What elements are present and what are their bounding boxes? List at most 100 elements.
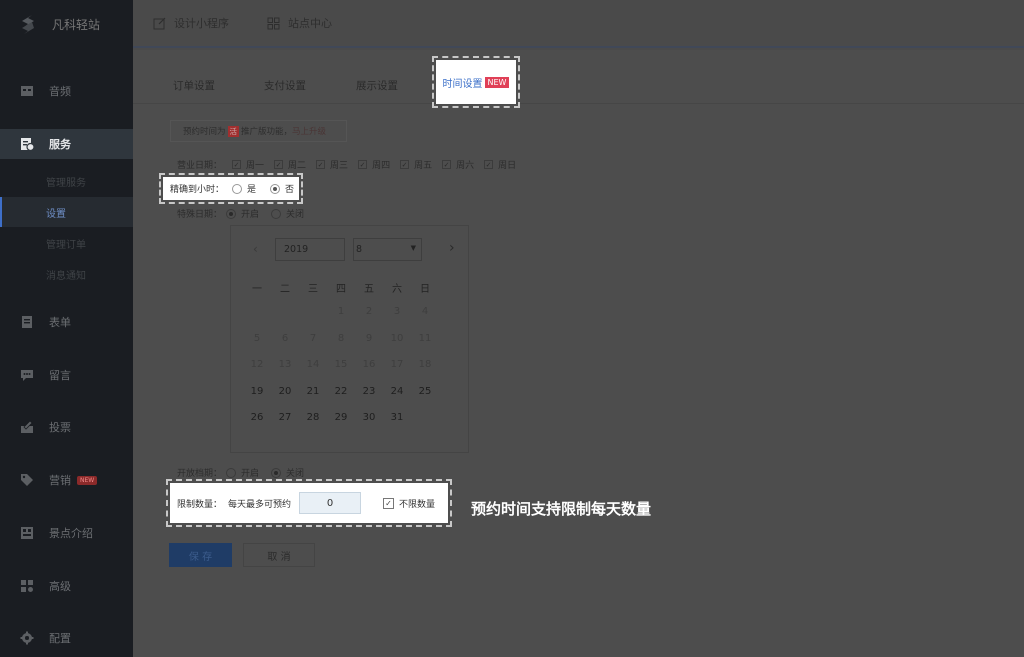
calendar-day[interactable]: 22 [327, 386, 355, 412]
special-date-on-radio[interactable] [226, 208, 237, 219]
tab-display-settings[interactable]: 展示设置 [356, 78, 398, 93]
day-checkbox[interactable]: ✓ [400, 160, 410, 169]
calendar-day[interactable]: 13 [271, 359, 299, 385]
brand[interactable]: 凡科轻站 [0, 0, 133, 48]
calendar-day[interactable]: 12 [243, 359, 271, 385]
special-date-label: 特殊日期： [177, 210, 223, 220]
special-date-off-radio[interactable] [271, 208, 282, 219]
calendar-day[interactable]: 4 [411, 306, 439, 332]
calendar-day[interactable]: 31 [383, 412, 411, 438]
release-period-on-radio[interactable] [226, 467, 237, 478]
sidebar-subitem-notifications[interactable]: 消息通知 [0, 259, 133, 289]
save-button[interactable]: 保 存 [169, 543, 232, 567]
sidebar-item-service[interactable]: 服务 [0, 129, 133, 159]
calendar-day[interactable]: 24 [383, 386, 411, 412]
calendar-day[interactable]: 28 [299, 412, 327, 438]
business-days-row: 营业日期： ✓ 周一 ✓ 周二 ✓ 周三 ✓ 周四 ✓ 周五 ✓ 周六 ✓ 周日 [177, 158, 516, 171]
sidebar-subitem-manage-service[interactable]: 管理服务 [0, 166, 133, 196]
calendar-day[interactable]: 18 [411, 359, 439, 385]
sidebar-subitem-manage-orders[interactable]: 管理订单 [0, 228, 133, 258]
calendar-day[interactable]: 30 [355, 412, 383, 438]
calendar-day[interactable]: 29 [327, 412, 355, 438]
edit-icon [153, 17, 166, 29]
year-input[interactable]: 2019 [275, 238, 345, 261]
cancel-button[interactable]: 取 消 [243, 543, 315, 567]
calendar-day[interactable]: 20 [271, 386, 299, 412]
sidebar-item-label: 营销 [49, 474, 71, 487]
calendar-day[interactable]: 21 [299, 386, 327, 412]
calendar-day[interactable]: 6 [271, 333, 299, 359]
month-value: 8 [356, 244, 363, 255]
calendar-day[interactable]: 9 [355, 333, 383, 359]
tab-time-settings[interactable]: 时间设置 NEW [432, 56, 520, 108]
day-checkbox[interactable]: ✓ [484, 160, 494, 169]
calendar-day[interactable]: 11 [411, 333, 439, 359]
design-miniprogram-link[interactable]: 设计小程序 [153, 15, 229, 31]
sidebar-subitem-label: 设置 [46, 208, 66, 220]
radio-label: 关闭 [286, 210, 305, 220]
app-window: 凡科轻站 音频 服务 管理服务 设置 管理订单 消息通知 表单 留言 投票 营销 [0, 0, 1024, 657]
per-day-label: 每天最多可预约 [228, 499, 292, 510]
limit-quantity-input[interactable]: 0 [299, 492, 362, 514]
settings-tabs: 订单设置 支付设置 展示设置 [133, 68, 1024, 104]
site-center-label: 站点中心 [288, 17, 332, 30]
weekday-header: 一 [252, 284, 262, 295]
prev-month-button[interactable]: ‹ [253, 242, 258, 256]
sidebar: 凡科轻站 音频 服务 管理服务 设置 管理订单 消息通知 表单 留言 投票 营销 [0, 0, 133, 657]
day-label: 周一 [246, 161, 265, 171]
calendar-day[interactable]: 27 [271, 412, 299, 438]
callout-text: 预约时间支持限制每天数量 [471, 500, 652, 518]
site-center-link[interactable]: 站点中心 [267, 15, 332, 31]
sidebar-item-config[interactable]: 配置 [0, 623, 133, 653]
calendar-day[interactable]: 10 [383, 333, 411, 359]
next-month-button[interactable]: › [449, 240, 455, 256]
calendar-day[interactable]: 8 [327, 333, 355, 359]
calendar-day[interactable]: 25 [411, 386, 439, 412]
sidebar-item-advanced[interactable]: 高级 [0, 571, 133, 601]
radio-label: 是 [247, 185, 257, 195]
precise-hour-row: 精确到小时： 是 否 [159, 173, 303, 204]
calendar-day[interactable]: 23 [355, 386, 383, 412]
calendar-day[interactable]: 14 [299, 359, 327, 385]
tab-order-settings[interactable]: 订单设置 [173, 78, 215, 93]
sidebar-item-audio[interactable]: 音频 [0, 76, 133, 106]
sidebar-item-form[interactable]: 表单 [0, 307, 133, 337]
calendar-day[interactable]: 1 [327, 306, 355, 332]
calendar-day[interactable]: 26 [243, 412, 271, 438]
precise-hour-yes-radio[interactable] [232, 183, 243, 194]
tab-payment-settings[interactable]: 支付设置 [264, 78, 306, 93]
release-period-off-radio[interactable] [271, 467, 282, 478]
special-date-row: 特殊日期： 开启 关闭 [177, 207, 304, 220]
sidebar-item-marketing[interactable]: 营销 NEW [0, 465, 133, 495]
month-select[interactable]: 8 ▼ [353, 238, 422, 261]
calendar-day[interactable]: 2 [355, 306, 383, 332]
sidebar-item-vote[interactable]: 投票 [0, 412, 133, 442]
calendar-day[interactable]: 3 [383, 306, 411, 332]
day-checkbox[interactable]: ✓ [274, 160, 284, 169]
sidebar-item-message[interactable]: 留言 [0, 360, 133, 390]
unlimited-checkbox[interactable]: ✓ [383, 497, 395, 509]
new-tag: NEW [484, 76, 510, 88]
day-checkbox[interactable]: ✓ [358, 160, 368, 169]
day-label: 周三 [330, 161, 349, 171]
precise-hour-no-radio[interactable] [270, 183, 281, 194]
sidebar-subitem-settings[interactable]: 设置 [0, 197, 133, 227]
day-checkbox[interactable]: ✓ [442, 160, 452, 169]
day-checkbox[interactable]: ✓ [316, 160, 326, 169]
calendar-day[interactable]: 7 [299, 333, 327, 359]
calendar-day[interactable]: 16 [355, 359, 383, 385]
business-days-label: 营业日期： [177, 161, 223, 171]
calendar-day[interactable]: 19 [243, 386, 271, 412]
gear-icon [20, 631, 34, 645]
calendar-day[interactable]: 5 [243, 333, 271, 359]
calendar-day[interactable]: 17 [383, 359, 411, 385]
notice-prefix: 预约时间为 [183, 127, 226, 137]
sidebar-item-label: 高级 [49, 580, 71, 593]
sidebar-item-attractions[interactable]: 景点介绍 [0, 518, 133, 548]
radio-label: 关闭 [286, 469, 305, 479]
vote-icon [21, 420, 33, 433]
unlimited-label: 不限数量 [399, 499, 436, 510]
calendar-day[interactable]: 15 [327, 359, 355, 385]
upgrade-link[interactable]: 马上升级 [292, 125, 326, 137]
day-checkbox[interactable]: ✓ [232, 160, 242, 169]
